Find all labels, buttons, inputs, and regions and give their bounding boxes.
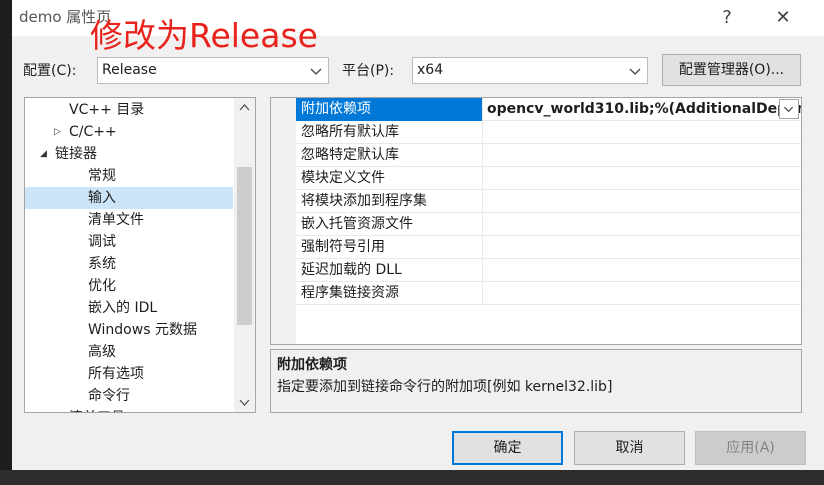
row-gutter — [271, 167, 296, 190]
property-row[interactable]: 附加依赖项opencv_world310.lib;%(AdditionalDep… — [271, 98, 801, 121]
tree-item-label: 嵌入的 IDL — [88, 300, 158, 316]
property-name: 附加依赖项 — [296, 98, 483, 121]
tree-item[interactable]: 系统 — [25, 253, 233, 275]
property-row[interactable]: 模块定义文件 — [271, 167, 801, 190]
tree-item-label: 常规 — [88, 168, 116, 184]
platform-label: 平台(P): — [342, 63, 395, 79]
property-pages-dialog: demo 属性页 ? ✕ 修改为Release 配置(C): Release 平… — [12, 0, 824, 470]
property-row[interactable]: 程序集链接资源 — [271, 282, 801, 305]
tree-item[interactable]: 清单文件 — [25, 209, 233, 231]
tree-item[interactable]: ▷ 清单工具 — [25, 407, 233, 412]
description-title: 附加依赖项 — [277, 357, 347, 373]
value-dropdown-button[interactable] — [779, 99, 799, 119]
tree-item[interactable]: 所有选项 — [25, 363, 233, 385]
tree-item[interactable]: 嵌入的 IDL — [25, 297, 233, 319]
property-value[interactable] — [483, 144, 801, 167]
tree-item[interactable]: 输入 — [25, 187, 233, 209]
config-label: 配置(C): — [23, 63, 77, 79]
grid-gutter — [271, 305, 296, 344]
row-gutter — [271, 98, 296, 121]
property-name: 强制符号引用 — [296, 236, 483, 259]
chevron-down-icon — [784, 106, 794, 113]
row-gutter — [271, 144, 296, 167]
property-row[interactable]: 强制符号引用 — [271, 236, 801, 259]
description-text: 指定要添加到链接命令行的附加项[例如 kernel32.lib] — [277, 379, 613, 395]
scrollbar-thumb[interactable] — [237, 167, 252, 325]
tree-item-label: 调试 — [88, 234, 116, 250]
property-name: 模块定义文件 — [296, 167, 483, 190]
description-panel: 附加依赖项 指定要添加到链接命令行的附加项[例如 kernel32.lib] — [270, 349, 802, 413]
row-gutter — [271, 190, 296, 213]
tree-item[interactable]: 优化 — [25, 275, 233, 297]
property-name: 延迟加载的 DLL — [296, 259, 483, 282]
tree-item[interactable]: 常规 — [25, 165, 233, 187]
tree-item-label: C/C++ — [69, 124, 117, 140]
property-tree: VC++ 目录 ▷ C/C++ ◢ 链接器常规输入清单文件调试系统优化嵌入的 IDL Wi… — [24, 97, 256, 413]
tree-item-label: 清单工具 — [69, 407, 125, 412]
property-name: 嵌入托管资源文件 — [296, 213, 483, 236]
apply-button[interactable]: 应用(A) — [695, 431, 806, 465]
property-value[interactable] — [483, 167, 801, 190]
tree-item[interactable]: ◢ 链接器 — [25, 143, 233, 165]
scroll-up-icon[interactable] — [234, 99, 255, 116]
property-row[interactable]: 延迟加载的 DLL — [271, 259, 801, 282]
tree-item[interactable]: VC++ 目录 — [25, 99, 233, 121]
property-value[interactable] — [483, 259, 801, 282]
close-button[interactable]: ✕ — [768, 6, 798, 30]
tree-item[interactable]: Windows 元数据 — [25, 319, 233, 341]
collapsed-icon[interactable]: ▷ — [54, 407, 61, 412]
tree-item-label: 命令行 — [88, 388, 130, 404]
property-name: 程序集链接资源 — [296, 282, 483, 305]
tree-item[interactable]: 调试 — [25, 231, 233, 253]
property-name: 忽略特定默认库 — [296, 144, 483, 167]
property-row[interactable]: 忽略特定默认库 — [271, 144, 801, 167]
tree-item-label: 输入 — [88, 190, 116, 206]
tree-item[interactable]: 命令行 — [25, 385, 233, 407]
tree-item-label: 所有选项 — [88, 366, 144, 382]
help-button[interactable]: ? — [712, 6, 742, 30]
property-value[interactable] — [483, 236, 801, 259]
ide-background-left — [0, 0, 12, 485]
tree-item-label: 高级 — [88, 344, 116, 360]
tree-item-label: 优化 — [88, 278, 116, 294]
cancel-button[interactable]: 取消 — [574, 431, 685, 465]
ok-button[interactable]: 确定 — [452, 431, 563, 465]
tree-item-label: 清单文件 — [88, 212, 144, 228]
tree-item-label: 链接器 — [55, 146, 97, 162]
config-combobox[interactable]: Release — [97, 57, 329, 84]
annotation-text: 修改为Release — [90, 16, 318, 55]
property-row[interactable]: 忽略所有默认库 — [271, 121, 801, 144]
row-gutter — [271, 282, 296, 305]
property-grid: 附加依赖项opencv_world310.lib;%(AdditionalDep… — [270, 97, 802, 345]
property-value[interactable] — [483, 121, 801, 144]
property-value[interactable]: opencv_world310.lib;%(AdditionalDependen… — [483, 98, 801, 121]
config-value: Release — [102, 62, 157, 78]
tree-item[interactable]: 高级 — [25, 341, 233, 363]
collapsed-icon[interactable]: ▷ — [54, 121, 61, 143]
property-row[interactable]: 嵌入托管资源文件 — [271, 213, 801, 236]
row-gutter — [271, 236, 296, 259]
platform-value: x64 — [417, 62, 444, 78]
property-row[interactable]: 将模块添加到程序集 — [271, 190, 801, 213]
row-gutter — [271, 121, 296, 144]
platform-combobox[interactable]: x64 — [412, 57, 648, 84]
row-gutter — [271, 213, 296, 236]
property-name: 忽略所有默认库 — [296, 121, 483, 144]
property-name: 将模块添加到程序集 — [296, 190, 483, 213]
expanded-icon[interactable]: ◢ — [40, 143, 47, 165]
tree-item-label: VC++ 目录 — [69, 102, 145, 118]
config-manager-button[interactable]: 配置管理器(O)... — [662, 54, 801, 86]
tree-item-label: 系统 — [88, 256, 116, 272]
tree-item[interactable]: ▷ C/C++ — [25, 121, 233, 143]
scroll-down-icon[interactable] — [234, 394, 255, 411]
ide-background-bottom — [0, 470, 824, 485]
tree-item-label: Windows 元数据 — [88, 322, 197, 338]
property-value[interactable] — [483, 190, 801, 213]
row-gutter — [271, 259, 296, 282]
chevron-down-icon — [629, 68, 641, 75]
property-value[interactable] — [483, 213, 801, 236]
tree-scrollbar[interactable] — [234, 98, 255, 412]
chevron-down-icon — [310, 68, 322, 75]
property-value[interactable] — [483, 282, 801, 305]
